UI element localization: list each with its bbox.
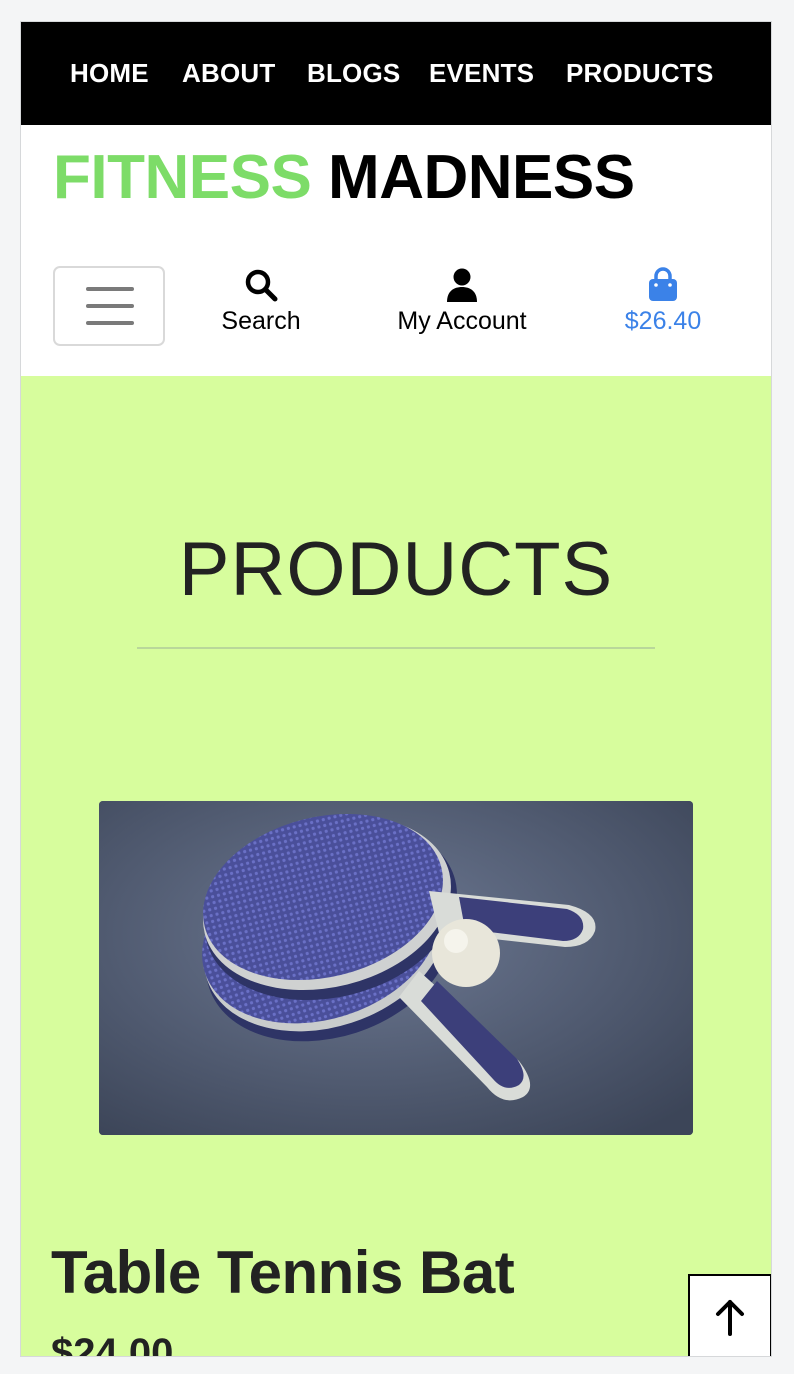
user-icon bbox=[447, 268, 477, 302]
arrow-up-icon bbox=[716, 1300, 744, 1336]
cart-total: $26.40 bbox=[624, 307, 702, 335]
search-icon bbox=[245, 269, 278, 302]
product-price: $24.00 bbox=[51, 1331, 174, 1357]
nav-item-products[interactable]: PRODUCTS bbox=[566, 58, 714, 89]
title-divider bbox=[137, 647, 655, 649]
product-image[interactable] bbox=[99, 801, 693, 1135]
search-label: Search bbox=[221, 307, 301, 335]
brand-word-fitness: FITNESS bbox=[53, 143, 312, 212]
nav-item-events[interactable]: EVENTS bbox=[429, 58, 534, 89]
shopping-bag-icon bbox=[649, 267, 677, 301]
my-account-label: My Account bbox=[397, 307, 527, 335]
top-navigation: HOME ABOUT BLOGS EVENTS PRODUCTS bbox=[21, 22, 771, 125]
search-button[interactable]: Search bbox=[201, 267, 321, 336]
menu-toggle-button[interactable] bbox=[53, 266, 165, 346]
scroll-to-top-button[interactable] bbox=[688, 1274, 771, 1356]
page-frame: HOME ABOUT BLOGS EVENTS PRODUCTS FITNESS… bbox=[20, 21, 772, 1357]
hamburger-icon-bar bbox=[86, 321, 134, 325]
page-title: PRODUCTS bbox=[178, 527, 614, 612]
table-tennis-bats-image bbox=[99, 801, 693, 1135]
products-section: PRODUCTS Table Tennis Bat $24.00 bbox=[21, 376, 771, 1357]
hamburger-icon-bar bbox=[86, 304, 134, 308]
hamburger-icon-bar bbox=[86, 287, 134, 291]
my-account-button[interactable]: My Account bbox=[381, 267, 543, 336]
brand-word-madness: MADNESS bbox=[328, 143, 635, 212]
site-logo[interactable]: FITNESS MADNESS bbox=[53, 147, 635, 209]
nav-item-blogs[interactable]: BLOGS bbox=[307, 58, 400, 89]
nav-item-home[interactable]: HOME bbox=[70, 58, 149, 89]
product-name[interactable]: Table Tennis Bat bbox=[51, 1238, 515, 1307]
nav-item-about[interactable]: ABOUT bbox=[182, 58, 275, 89]
cart-button[interactable]: $26.40 bbox=[603, 267, 723, 336]
